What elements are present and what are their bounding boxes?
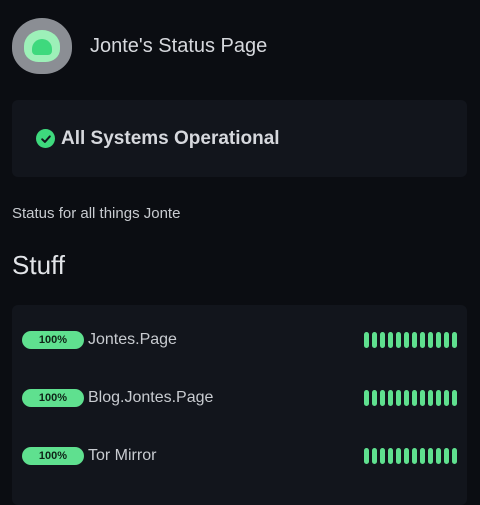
section-title: Stuff xyxy=(12,250,66,280)
uptime-bar[interactable] xyxy=(372,390,377,406)
service-name: Blog.Jontes.Page xyxy=(88,389,214,406)
uptime-bar[interactable] xyxy=(364,332,369,348)
service-row-tor-mirror[interactable]: 100% Tor Mirror xyxy=(22,444,457,468)
page-title: Jonte's Status Page xyxy=(90,34,268,57)
uptime-bar[interactable] xyxy=(396,332,401,348)
uptime-bar[interactable] xyxy=(380,448,385,464)
uptime-bar[interactable] xyxy=(404,332,409,348)
uptime-bar[interactable] xyxy=(420,390,425,406)
uptime-bar[interactable] xyxy=(396,448,401,464)
uptime-bar[interactable] xyxy=(444,448,449,464)
service-row-jontes-page[interactable]: 100% Jontes.Page xyxy=(22,328,457,352)
service-name: Jontes.Page xyxy=(88,331,177,348)
uptime-bar[interactable] xyxy=(452,448,457,464)
uptime-bar[interactable] xyxy=(428,448,433,464)
uptime-bar[interactable] xyxy=(436,332,441,348)
uptime-bar[interactable] xyxy=(420,448,425,464)
uptime-bar[interactable] xyxy=(372,332,377,348)
uptime-bar[interactable] xyxy=(396,390,401,406)
logo-icon xyxy=(12,18,72,74)
uptime-bar[interactable] xyxy=(412,390,417,406)
overall-status-banner: All Systems Operational xyxy=(12,100,467,177)
uptime-bar[interactable] xyxy=(444,332,449,348)
uptime-bar[interactable] xyxy=(428,390,433,406)
uptime-bar[interactable] xyxy=(452,390,457,406)
uptime-bar[interactable] xyxy=(436,390,441,406)
uptime-bars xyxy=(361,448,457,464)
uptime-bar[interactable] xyxy=(412,448,417,464)
uptime-bars xyxy=(361,390,457,406)
page-description: Status for all things Jonte xyxy=(12,205,181,222)
uptime-bar[interactable] xyxy=(380,332,385,348)
uptime-badge: 100% xyxy=(22,331,84,349)
uptime-bar[interactable] xyxy=(388,332,393,348)
uptime-bar[interactable] xyxy=(428,332,433,348)
check-circle-icon xyxy=(36,129,55,148)
uptime-bar[interactable] xyxy=(388,390,393,406)
uptime-bar[interactable] xyxy=(364,390,369,406)
uptime-badge: 100% xyxy=(22,389,84,407)
uptime-bar[interactable] xyxy=(388,448,393,464)
uptime-bar[interactable] xyxy=(380,390,385,406)
uptime-bar[interactable] xyxy=(436,448,441,464)
uptime-bar[interactable] xyxy=(404,448,409,464)
uptime-bar[interactable] xyxy=(452,332,457,348)
uptime-bar[interactable] xyxy=(444,390,449,406)
uptime-bar[interactable] xyxy=(412,332,417,348)
service-row-blog[interactable]: 100% Blog.Jontes.Page xyxy=(22,386,457,410)
uptime-bar[interactable] xyxy=(420,332,425,348)
uptime-bar[interactable] xyxy=(372,448,377,464)
service-name: Tor Mirror xyxy=(88,447,157,464)
overall-status-text: All Systems Operational xyxy=(61,127,280,149)
uptime-badge: 100% xyxy=(22,447,84,465)
page-header: Jonte's Status Page xyxy=(12,16,267,76)
uptime-bar[interactable] xyxy=(404,390,409,406)
uptime-bar[interactable] xyxy=(364,448,369,464)
uptime-bars xyxy=(361,332,457,348)
services-list: 100% Jontes.Page 100% Blog.Jontes.Page 1… xyxy=(12,305,467,505)
